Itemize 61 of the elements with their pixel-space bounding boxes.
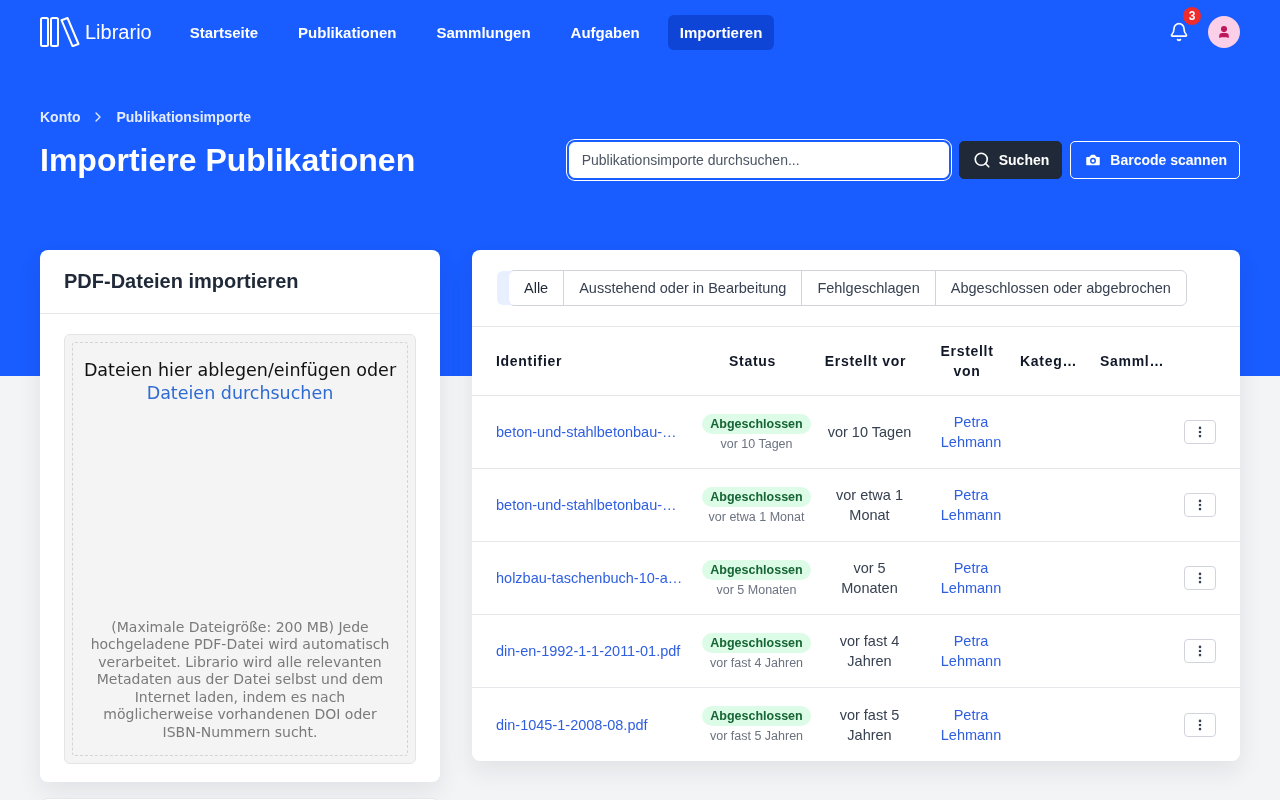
column-header: Erstellt vor	[824, 352, 908, 371]
more-button[interactable]	[1184, 712, 1216, 737]
nav-link[interactable]: Publikationen	[286, 14, 409, 50]
column-header: Identifier	[496, 352, 564, 371]
status-badge: Abgeschlossen	[702, 706, 811, 726]
breadcrumb-link[interactable]: Publikationsimporte	[116, 109, 251, 125]
logo-text: Librario	[85, 20, 152, 44]
upload-note: (Maximale Dateigröße: 200 MB) Jede hochgeladene PDF-Datei wird automatisch verarbeitet. Librario wird alle relevanten Metadaten aus der Datei selbst und dem Internet laden, indem es nach möglicherweise vorhandenen DOI oder ISBN-Nummern sucht.	[89, 618, 391, 741]
page-title: Importiere Publikationen	[40, 141, 416, 179]
identifier-link[interactable]: beton-und-stahlbetonbau-…	[496, 424, 696, 440]
creator-link[interactable]: Petra Lehmann	[933, 558, 1009, 598]
more-button[interactable]	[1184, 493, 1216, 517]
column-header: Samml…	[1100, 352, 1166, 371]
creator-link[interactable]: Petra Lehmann	[933, 631, 1009, 671]
camera-icon	[1084, 151, 1103, 169]
creator-link[interactable]: Petra Lehmann	[933, 485, 1009, 525]
browse-files-link[interactable]: Dateien durchsuchen	[146, 382, 334, 405]
identifier-link[interactable]: din-1045-1-2008-08.pdf	[496, 716, 696, 733]
created-ago-text: vor etwa 1 Monat	[835, 486, 904, 525]
status-badge: Abgeschlossen	[702, 632, 811, 653]
card-title: PDF-Dateien importieren	[64, 270, 299, 293]
identifier-link[interactable]: beton-und-stahlbetonbau-…	[496, 497, 696, 513]
status-badge: Abgeschlossen	[702, 413, 811, 434]
nav-link[interactable]: Sammlungen	[424, 14, 543, 50]
column-header: Status	[729, 352, 777, 371]
created-ago-text: vor fast 5 Jahren	[838, 705, 901, 745]
drop-prompt: Dateien hier ablegen/einfügen oder	[83, 359, 397, 382]
more-button[interactable]	[1184, 639, 1216, 663]
books-logo-icon	[40, 17, 81, 47]
status-badge: Abgeschlossen	[702, 559, 811, 580]
notification-count: 3	[1182, 6, 1202, 26]
created-ago-text: vor 5 Monaten	[840, 559, 899, 598]
status-time: vor etwa 1 Monat	[708, 509, 805, 524]
nav-link[interactable]: Aufgaben	[558, 14, 652, 50]
scan-barcode-button[interactable]: Barcode scannen	[1070, 141, 1240, 179]
more-button[interactable]	[1184, 566, 1216, 590]
avatar-icon[interactable]	[1208, 16, 1240, 48]
nav-link[interactable]: Importieren	[667, 14, 775, 50]
nav-link[interactable]: Startseite	[177, 14, 271, 50]
creator-link[interactable]: Petra Lehmann	[933, 412, 1009, 452]
filter-tab[interactable]: Abgeschlossen oder abgebrochen	[934, 271, 1186, 305]
created-ago-text: vor 10 Tagen	[827, 423, 912, 442]
breadcrumb-link[interactable]: Konto	[40, 109, 81, 125]
status-time: vor fast 5 Jahren	[709, 729, 804, 743]
more-button[interactable]	[1184, 420, 1216, 444]
status-time: vor 5 Monaten	[716, 582, 797, 597]
file-drop-zone[interactable]	[64, 334, 416, 764]
identifier-link[interactable]: holzbau-taschenbuch-10-a…	[496, 570, 696, 586]
column-header: Erstellt von	[939, 342, 995, 381]
search-field[interactable]: Publikationsimporte durchsuchen...	[568, 142, 949, 178]
created-ago-text: vor fast 4 Jahren	[838, 632, 901, 671]
search-icon	[972, 151, 991, 169]
creator-link[interactable]: Petra Lehmann	[933, 704, 1009, 745]
status-time: vor 10 Tagen	[720, 436, 793, 451]
status-badge: Abgeschlossen	[702, 486, 811, 507]
search-button[interactable]: Suchen	[958, 141, 1063, 179]
status-time: vor fast 4 Jahren	[709, 655, 804, 670]
app-logo[interactable]: Librario	[40, 17, 152, 47]
column-header: Kateg…	[1020, 352, 1079, 371]
identifier-link[interactable]: din-en-1992-1-1-2011-01.pdf	[496, 643, 696, 659]
bell-icon	[1169, 22, 1189, 42]
